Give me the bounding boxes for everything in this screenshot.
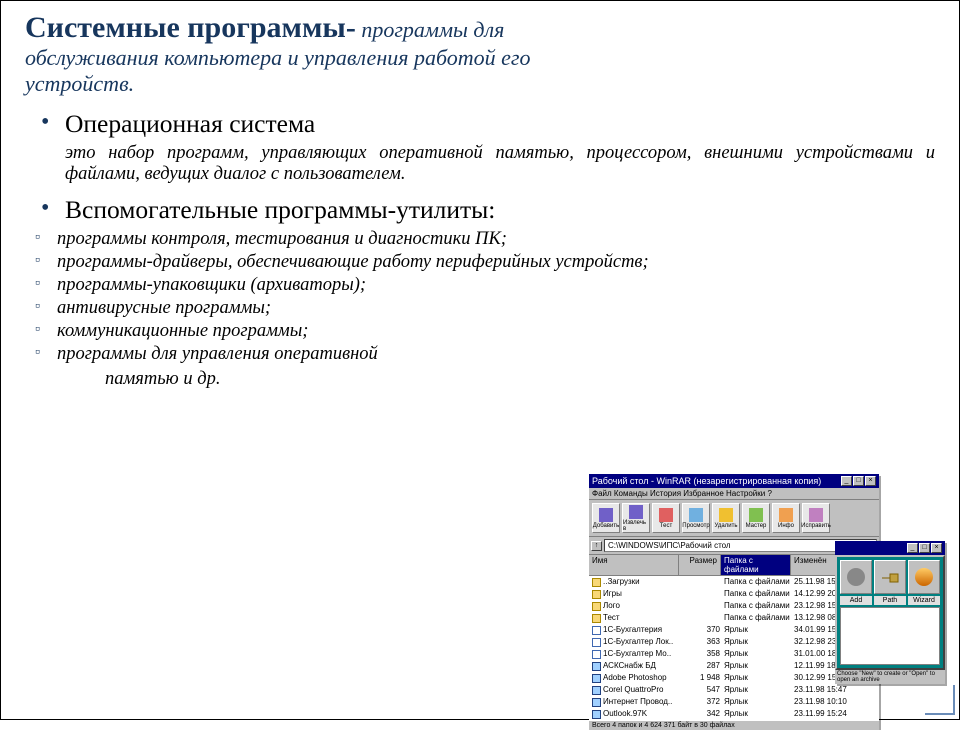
memory-tail: памятью и др. [105,369,935,390]
wizard-cell[interactable] [908,560,940,594]
toolbar-button[interactable]: Мастер [742,503,770,533]
sub-item: коммуникационные программы; [29,321,935,342]
add-cell[interactable] [840,560,872,594]
slide-corner-deco [925,685,955,715]
title-sub-2: обслуживания компьютера и управления раб… [25,45,530,70]
title-block: Системные программы- программы для обслу… [25,11,935,97]
toolbar-button[interactable]: Удалить [712,503,740,533]
col-name[interactable]: Имя [589,555,679,575]
toolbar-button[interactable]: Просмотр [682,503,710,533]
toolbar-button[interactable]: Инфо [772,503,800,533]
path-cell[interactable] [874,560,906,594]
main-list: Операционная система [25,109,935,139]
status-bar-2: Choose "New" to create or "Open" to open… [835,670,945,684]
cap-add: Add [840,596,872,605]
title-sub-3: устройств. [25,71,134,96]
sub-item: программы-упаковщики (архиваторы); [29,275,935,296]
archive-browser-screenshot: _ □ × Add Path Wizard Choose "New" to cr… [835,541,945,684]
toolbar-button[interactable]: Добавить [592,503,620,533]
minimize-icon[interactable]: _ [841,476,852,486]
bullet-util-label: Вспомогательные программы-утилиты: [65,195,495,224]
maximize-icon[interactable]: □ [919,543,930,553]
table-row[interactable]: Outlook.97K342Ярлык23.11.99 15:24 [589,708,879,720]
col-size[interactable]: Размер [679,555,721,575]
main-list-2: Вспомогательные программы-утилиты: [25,195,935,225]
close-icon[interactable]: × [865,476,876,486]
window-titlebar: Рабочий стол - WinRAR (незарегистрирован… [589,474,879,488]
toolbar-button[interactable]: Извлечь в [622,503,650,533]
table-row[interactable]: Интернет Провод..372Ярлык23.11.98 10:10 [589,696,879,708]
sub-item: программы-драйверы, обеспечивающие работ… [29,252,935,273]
key-icon [880,568,900,586]
bullet-utilities: Вспомогательные программы-утилиты: [65,195,935,225]
close-icon[interactable]: × [931,543,942,553]
up-icon[interactable]: ↑ [591,541,602,551]
cap-path: Path [874,596,906,605]
window-title: Рабочий стол - WinRAR (незарегистрирован… [592,476,821,486]
toolbar-button[interactable]: Исправить [802,503,830,533]
status-bar: Всего 4 папок и 4 624 371 байт в 30 файл… [589,720,879,730]
sub-item: антивирусные программы; [29,298,935,319]
col-type[interactable]: Папка с файлами [721,555,791,575]
toolbar: ДобавитьИзвлечь вТестПросмотрУдалитьМаст… [589,500,879,537]
bullet-os: Операционная система [65,109,935,139]
table-row[interactable]: Corel QuattroPro547Ярлык23.11.98 15:47 [589,684,879,696]
menubar[interactable]: Файл Команды История Избранное Настройки… [589,488,879,500]
sub-item: программы контроля, тестирования и диагн… [29,229,935,250]
title-main: Системные программы- [25,11,356,44]
minimize-icon[interactable]: _ [907,543,918,553]
title-sub-1: программы для [356,17,505,42]
utility-sublist: программы контроля, тестирования и диагн… [25,229,935,365]
toolbar-button[interactable]: Тест [652,503,680,533]
bullet-os-label: Операционная система [65,109,315,138]
os-description: это набор программ, управляющих оператив… [65,143,935,185]
maximize-icon[interactable]: □ [853,476,864,486]
cap-wizard: Wizard [908,596,940,605]
sub-item: программы для управления оперативной [29,344,935,365]
window2-titlebar: _ □ × [835,541,945,555]
slide: Системные программы- программы для обслу… [0,0,960,720]
